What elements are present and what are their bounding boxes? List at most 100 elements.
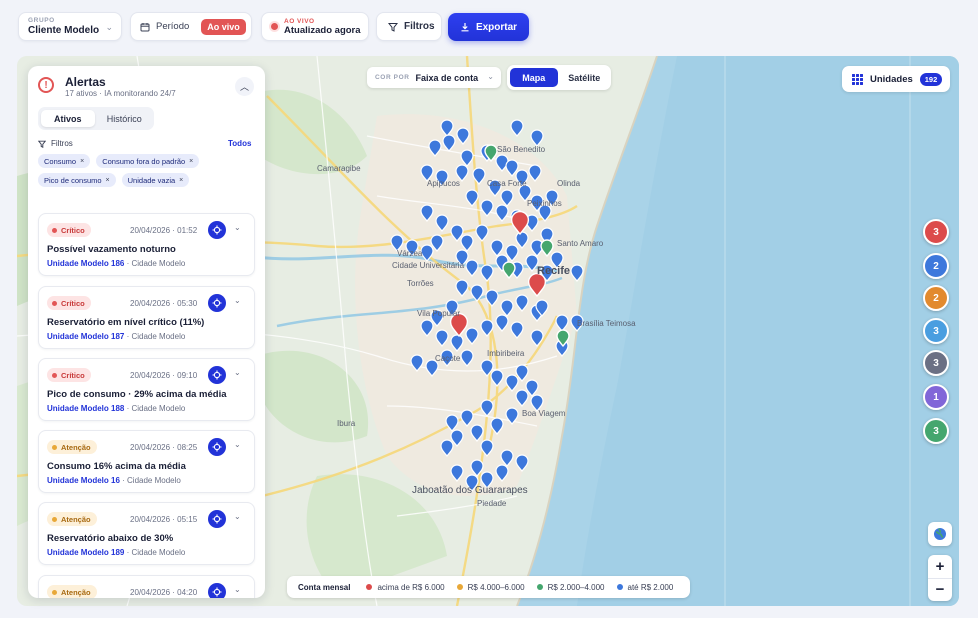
live-updated-text: Atualizado agora (284, 24, 361, 36)
severity-dot-icon (52, 589, 57, 595)
alert-card[interactable]: Atenção 20/04/2026 · 04:20 ⌄ (38, 575, 255, 598)
close-icon[interactable]: × (189, 158, 193, 165)
filtros-button[interactable]: Filtros (376, 12, 442, 41)
chip-label: Unidade vazia (127, 175, 176, 185)
globe-button[interactable] (928, 522, 952, 546)
expand-button[interactable]: ⌄ (234, 296, 241, 305)
cluster-badge[interactable]: 3 (923, 350, 949, 376)
map-place-label: Vila Popular (417, 309, 460, 318)
tab-satelite[interactable]: Satélite (561, 68, 609, 87)
unit-link[interactable]: Unidade Modelo 187 (47, 332, 124, 341)
map-place-label: São Benedito (497, 145, 546, 154)
severity-label: Crítico (61, 298, 85, 308)
cluster-badge[interactable]: 3 (923, 418, 949, 444)
color-by-value: Faixa de conta (415, 72, 479, 83)
cluster-badge[interactable]: 2 (923, 253, 949, 279)
severity-label: Atenção (61, 442, 91, 452)
expand-button[interactable]: ⌄ (234, 223, 241, 232)
alerts-tabs: Ativos Histórico (38, 107, 154, 130)
map-place-label: Olinda (557, 179, 581, 188)
alert-card[interactable]: Crítico 20/04/2026 · 01:52 ⌄ Possível vazam… (38, 213, 255, 276)
legend-label: R$ 2.000–4.000 (547, 582, 605, 592)
severity-dot-icon (52, 516, 57, 522)
exportar-button[interactable]: Exportar (448, 13, 529, 41)
expand-button[interactable]: ⌄ (234, 512, 241, 521)
chevron-down-icon: ⌄ (487, 72, 494, 81)
locate-button[interactable] (208, 366, 226, 384)
calendar-icon (140, 22, 150, 31)
periodo-selector[interactable]: Período Ao vivo (130, 12, 252, 41)
unit-link[interactable]: Unidade Modelo 189 (47, 548, 124, 557)
locate-button[interactable] (208, 438, 226, 456)
severity-label: Crítico (61, 370, 85, 380)
exportar-label: Exportar (475, 21, 518, 33)
alert-unit: Unidade Modelo 188 · Cidade Modelo (47, 404, 185, 413)
chevron-down-icon: ⌄ (234, 512, 241, 521)
cluster-badge[interactable]: 1 (923, 384, 949, 410)
close-icon[interactable]: × (106, 177, 110, 184)
legend-label: até R$ 2.000 (627, 582, 674, 592)
grupo-value: Cliente Modelo (28, 25, 100, 36)
filters-all-link[interactable]: Todos (228, 139, 251, 148)
locate-button[interactable] (208, 221, 226, 239)
close-icon[interactable]: × (179, 177, 183, 184)
tab-historico[interactable]: Histórico (98, 110, 152, 127)
alert-card[interactable]: Crítico 20/04/2026 · 05:30 ⌄ Reservatório e… (38, 286, 255, 349)
legend-dot (366, 584, 373, 590)
unit-city: · Cidade Modelo (126, 259, 186, 268)
alert-card[interactable]: Atenção 20/04/2026 · 08:25 ⌄ Consumo 16% ac… (38, 430, 255, 493)
map-place-label: Boa Viagem (522, 409, 566, 418)
filter-chip[interactable]: Unidade vazia × (121, 173, 190, 187)
alert-card[interactable]: Crítico 20/04/2026 · 09:10 ⌄ Pico de consum… (38, 358, 255, 421)
zoom-in-button[interactable]: + (928, 555, 952, 579)
filter-chip[interactable]: Consumo fora do padrão × (96, 154, 200, 168)
tab-mapa[interactable]: Mapa (510, 68, 558, 87)
unit-link[interactable]: Unidade Modelo 188 (47, 404, 124, 413)
legend-dot (616, 584, 623, 590)
expand-button[interactable]: ⌄ (234, 585, 241, 594)
chevron-down-icon: ⌄ (234, 585, 241, 594)
expand-button[interactable]: ⌄ (234, 368, 241, 377)
filter-chip[interactable]: Pico de consumo × (38, 173, 116, 187)
unit-city: · Cidade Modelo (122, 476, 181, 485)
cluster-badge[interactable]: 2 (923, 285, 949, 311)
locate-button[interactable] (208, 583, 226, 598)
zoom-controls: + − (928, 555, 952, 601)
severity-badge: Crítico (47, 368, 91, 382)
alert-title: Pico de consumo · 29% acima da média (47, 389, 227, 400)
filters-header: Filtros (38, 139, 73, 148)
alert-unit: Unidade Modelo 16 · Cidade Modelo (47, 476, 181, 485)
crosshair-icon (212, 587, 222, 597)
alert-card[interactable]: Atenção 20/04/2026 · 05:15 ⌄ Reservatório a… (38, 502, 255, 565)
unit-link[interactable]: Unidade Modelo 186 (47, 259, 124, 268)
top-bar: GRUPO Cliente Modelo ⌄ Período Ao vivo A… (0, 0, 978, 54)
color-by-select[interactable]: COR POR Faixa de conta ⌄ (367, 67, 501, 88)
filters-title: Filtros (51, 139, 73, 148)
severity-badge: Crítico (47, 296, 91, 310)
chip-label: Pico de consumo (44, 175, 102, 185)
ao-vivo-badge[interactable]: Ao vivo (201, 18, 246, 35)
expand-button[interactable]: ⌄ (234, 440, 241, 449)
tab-ativos[interactable]: Ativos (41, 110, 95, 127)
alert-title: Possível vazamento noturno (47, 244, 176, 255)
grupo-select[interactable]: GRUPO Cliente Modelo ⌄ (18, 12, 122, 41)
collapse-button[interactable]: ︿ (235, 77, 254, 96)
filter-icon (38, 140, 46, 148)
unit-link[interactable]: Unidade Modelo 16 (47, 476, 120, 485)
severity-dot-icon (52, 227, 57, 233)
locate-button[interactable] (208, 294, 226, 312)
zoom-out-button[interactable]: − (928, 579, 952, 602)
map-place-label: Cidade Universitária (392, 261, 465, 270)
cluster-badge[interactable]: 3 (923, 318, 949, 344)
cluster-badge[interactable]: 3 (923, 219, 949, 245)
unidades-button[interactable]: Unidades 192 (842, 66, 950, 92)
chip-label: Consumo (44, 156, 77, 166)
locate-button[interactable] (208, 510, 226, 528)
legend-item: acima de R$ 6.000 (366, 583, 445, 592)
severity-label: Atenção (61, 587, 91, 597)
alert-title: Reservatório em nível crítico (11%) (47, 317, 205, 328)
filter-chip[interactable]: Consumo × (38, 154, 91, 168)
map-place-label: Caçote (435, 354, 461, 363)
map-place-label: Ibura (337, 419, 356, 428)
close-icon[interactable]: × (80, 158, 84, 165)
